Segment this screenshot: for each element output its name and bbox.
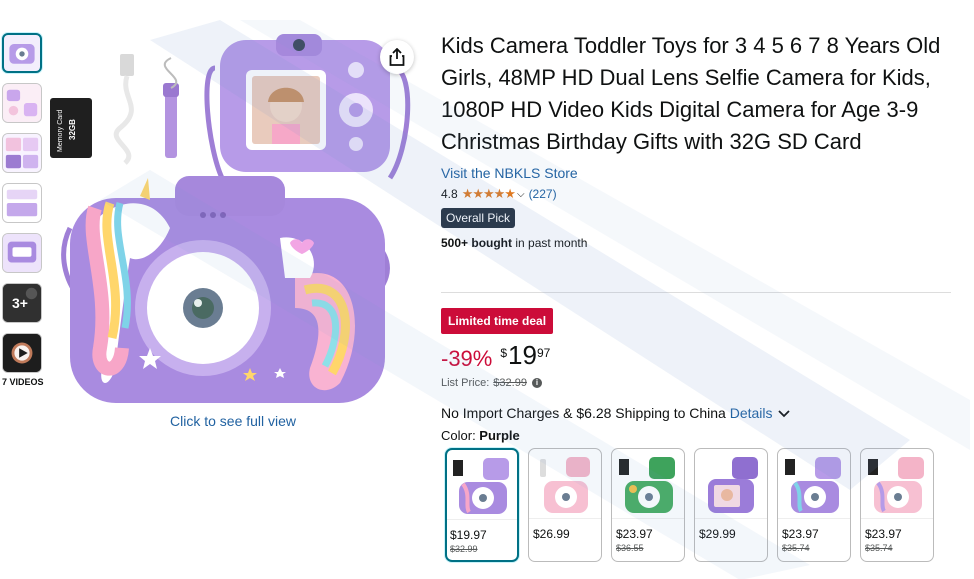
thumbnail-accessories[interactable] xyxy=(2,83,42,123)
bought-count-rest: in past month xyxy=(512,236,588,250)
chevron-down-icon[interactable] xyxy=(778,410,791,418)
color-swatch-pink-unicorn[interactable]: $23.97 $35.74 xyxy=(860,448,934,562)
swatch-image xyxy=(612,449,684,519)
color-swatch-purple-unicorn[interactable]: $19.97 $32.99 xyxy=(445,448,519,562)
share-button[interactable] xyxy=(380,40,414,74)
swatch-old-price: $36.55 xyxy=(616,543,644,553)
age-badge-text: 3+ xyxy=(12,295,28,311)
limited-deal-badge: Limited time deal xyxy=(441,308,554,334)
color-swatch-purple-plain[interactable]: $29.99 xyxy=(694,448,768,562)
selected-color: Purple xyxy=(479,428,520,443)
color-selector-label: Color: Purple xyxy=(441,428,520,443)
color-swatch-green-dino[interactable]: $23.97 $36.55 xyxy=(611,448,685,562)
discount-percent: -39% xyxy=(441,346,493,371)
price-fraction: 97 xyxy=(536,346,551,360)
swatch-price: $23.97 xyxy=(616,527,653,541)
swatch-image xyxy=(778,449,850,519)
details-link[interactable]: Details xyxy=(730,405,773,421)
list-price: List Price: $32.99 i xyxy=(441,377,542,389)
star-rating-icon[interactable]: ★★★★★ xyxy=(462,186,516,202)
swatch-price: $29.99 xyxy=(699,527,736,541)
thumbnail-camera-front[interactable] xyxy=(2,33,42,73)
camera-front-image xyxy=(61,176,390,403)
lanyard-image xyxy=(163,57,179,158)
product-title: Kids Camera Toddler Toys for 3 4 5 6 7 8… xyxy=(441,33,941,154)
share-icon xyxy=(389,48,405,66)
camera-back-image xyxy=(204,34,411,180)
price-whole: 19 xyxy=(508,340,537,370)
shipping-info: No Import Charges & $6.28 Shipping to Ch… xyxy=(441,405,791,421)
swatch-price: $26.99 xyxy=(533,527,570,541)
swatch-old-price: $35.74 xyxy=(782,543,810,553)
swatch-old-price: $35.74 xyxy=(865,543,893,553)
chevron-down-icon[interactable]: ⌵ xyxy=(517,189,525,200)
info-icon[interactable]: i xyxy=(531,378,542,388)
shipping-text: No Import Charges & $6.28 Shipping to Ch… xyxy=(441,405,730,421)
swatch-image xyxy=(695,449,767,519)
swatch-old-price: $32.99 xyxy=(450,544,478,554)
thumbnail-age[interactable]: 3+ xyxy=(2,283,42,323)
list-price-label: List Price: xyxy=(441,377,490,389)
swatch-price: $19.97 xyxy=(450,528,487,542)
thumbnail-features[interactable] xyxy=(2,133,42,173)
color-label: Color: xyxy=(441,428,480,443)
price-row: -39% $ 19 97 xyxy=(441,340,550,372)
memory-card-image: Memory Card 32GB xyxy=(50,98,92,158)
usb-cable-image xyxy=(113,54,134,165)
color-swatch-pink[interactable]: $26.99 xyxy=(528,448,602,562)
color-swatches: $19.97 $32.99 $26.99 $23.97 $36.55 $29.9… xyxy=(445,448,943,562)
rating-value: 4.8 xyxy=(441,187,458,201)
thumbnail-sizes[interactable] xyxy=(2,233,42,273)
swatch-image xyxy=(447,450,517,520)
divider xyxy=(441,292,951,293)
list-price-value: $32.99 xyxy=(493,377,527,389)
main-product-image[interactable]: Memory Card 32GB xyxy=(50,28,420,408)
swatch-image xyxy=(529,449,601,519)
rating-row: 4.8 ★★★★★ ⌵ (227) xyxy=(441,186,953,202)
swatch-price: $23.97 xyxy=(865,527,902,541)
store-link[interactable]: Visit the NBKLS Store xyxy=(441,165,953,181)
bought-count: 500+ bought in past month xyxy=(441,236,953,250)
swatch-price: $23.97 xyxy=(782,527,819,541)
product-info: Kids Camera Toddler Toys for 3 4 5 6 7 8… xyxy=(441,30,953,250)
price-currency: $ xyxy=(500,346,508,360)
thumbnail-video[interactable] xyxy=(2,333,42,373)
memory-card-label: Memory Card xyxy=(57,109,64,152)
thumbnail-strip: 3+ xyxy=(2,33,44,383)
overall-pick-badge[interactable]: Overall Pick xyxy=(441,208,516,228)
full-view-link[interactable]: Click to see full view xyxy=(170,413,296,429)
memory-card-size: 32GB xyxy=(68,119,77,140)
color-swatch-purple-unicorn-2[interactable]: $23.97 $35.74 xyxy=(777,448,851,562)
bought-count-bold: 500+ bought xyxy=(441,236,513,250)
swatch-image xyxy=(861,449,933,519)
review-count-link[interactable]: (227) xyxy=(529,187,557,201)
thumbnail-details[interactable] xyxy=(2,183,42,223)
